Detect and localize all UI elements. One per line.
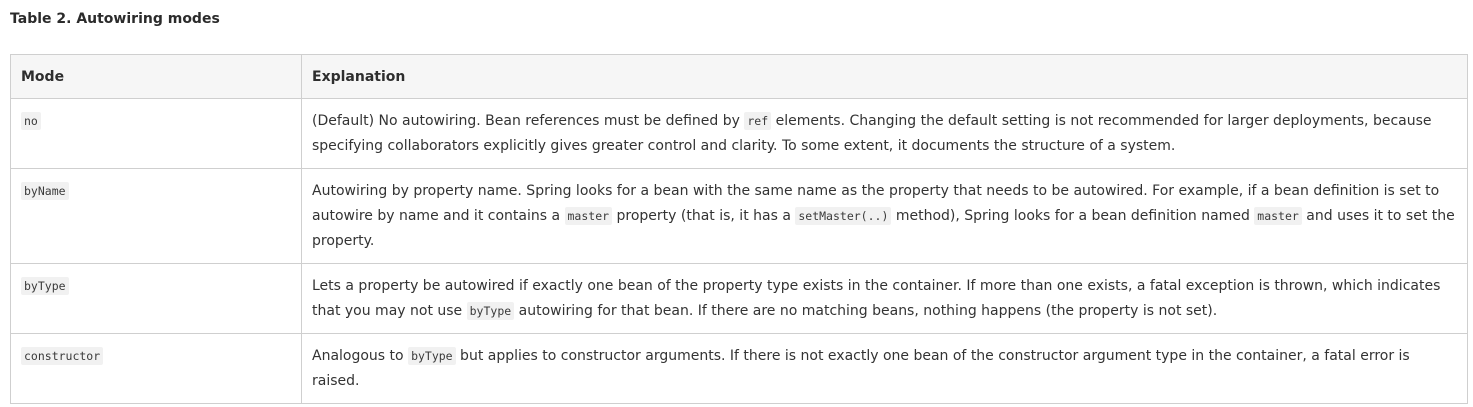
mode-code: byType (21, 277, 69, 295)
explanation-text: property (that is, it has a (612, 208, 796, 224)
mode-cell: no (10, 98, 302, 169)
explanation-cell: Analogous to byType but applies to const… (301, 333, 1468, 404)
mode-cell: byType (10, 263, 302, 334)
inline-code: ref (744, 112, 772, 130)
inline-code: setMaster(..) (795, 207, 892, 225)
table-row: no (Default) No autowiring. Bean referen… (10, 98, 1468, 169)
explanation-text: (Default) No autowiring. Bean references… (312, 113, 745, 129)
mode-code: no (21, 112, 41, 130)
table-header-row: Mode Explanation (10, 54, 1468, 99)
mode-cell: byName (10, 168, 302, 264)
table-row: byName Autowiring by property name. Spri… (10, 168, 1468, 264)
autowiring-modes-table: Mode Explanation no (Default) No autowir… (10, 54, 1468, 404)
explanation-column-header: Explanation (301, 54, 1468, 99)
mode-code: byName (21, 182, 69, 200)
explanation-cell: Lets a property be autowired if exactly … (301, 263, 1468, 334)
explanation-text: autowiring for that bean. If there are n… (514, 303, 1218, 319)
mode-column-header: Mode (10, 54, 302, 99)
table-row: byType Lets a property be autowired if e… (10, 263, 1468, 334)
inline-code: byType (466, 302, 515, 320)
explanation-text: Analogous to (312, 348, 409, 364)
explanation-text: method), Spring looks for a bean definit… (891, 208, 1255, 224)
mode-cell: constructor (10, 333, 302, 404)
inline-code: byType (408, 347, 456, 365)
inline-code: master (564, 207, 613, 225)
table-caption: Table 2. Autowiring modes (10, 11, 220, 27)
inline-code: master (1254, 207, 1302, 225)
explanation-cell: Autowiring by property name. Spring look… (301, 168, 1468, 264)
table-row: constructor Analogous to byType but appl… (10, 333, 1468, 404)
mode-code: constructor (21, 347, 104, 365)
explanation-text: but applies to constructor arguments. If… (312, 348, 1410, 389)
explanation-cell: (Default) No autowiring. Bean references… (301, 98, 1468, 169)
